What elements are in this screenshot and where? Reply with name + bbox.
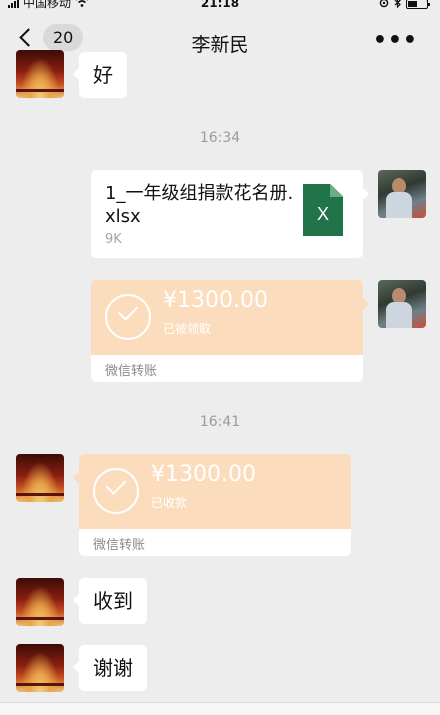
more-dots-icon: •••	[372, 28, 418, 53]
checkmark-circle-icon	[93, 468, 139, 514]
status-time: 21:18	[200, 0, 240, 10]
time-divider: 16:34	[199, 130, 241, 146]
file-size: 9K	[105, 232, 122, 247]
my-avatar[interactable]	[378, 170, 426, 218]
transfer-card-sent[interactable]: ¥1300.00 已被领取 微信转账	[91, 280, 363, 382]
file-fold-icon	[330, 184, 343, 197]
transfer-status: 已被领取	[163, 322, 212, 336]
input-bar-edge	[0, 702, 440, 715]
transfer-amount: ¥1300.00	[151, 462, 256, 487]
time-divider: 16:41	[199, 414, 241, 430]
contact-avatar[interactable]	[16, 578, 64, 626]
nav-bar: 20 李新民 •••	[0, 14, 440, 66]
transfer-amount: ¥1300.00	[163, 288, 268, 313]
message-bubble-incoming[interactable]: 好	[73, 52, 127, 98]
excel-letter: X	[316, 204, 329, 224]
transfer-footer: 微信转账	[91, 355, 363, 382]
my-avatar[interactable]	[378, 280, 426, 328]
bubble-tail	[73, 472, 79, 484]
transfer-footer: 微信转账	[79, 529, 351, 556]
contact-avatar[interactable]	[16, 454, 64, 502]
contact-avatar[interactable]	[16, 50, 64, 98]
message-bubble-incoming[interactable]: 谢谢	[73, 645, 147, 691]
transfer-card-received[interactable]: ¥1300.00 已收款 微信转账	[79, 454, 351, 556]
status-right	[379, 0, 430, 10]
battery-icon	[406, 0, 430, 9]
transfer-footer-label: 微信转账	[105, 364, 158, 379]
file-name: 1_一年级组捐款花名册.xlsx	[105, 183, 294, 227]
message-text: 谢谢	[93, 656, 133, 680]
status-bar: 中国移动 21:18	[0, 0, 440, 14]
transfer-body: ¥1300.00 已被领取	[91, 280, 363, 355]
transfer-status: 已收款	[151, 496, 188, 510]
message-bubble-incoming[interactable]: 收到	[73, 578, 147, 624]
excel-file-icon: X	[303, 184, 343, 236]
transfer-body: ¥1300.00 已收款	[79, 454, 351, 529]
transfer-footer-label: 微信转账	[93, 538, 146, 553]
location-icon	[379, 0, 389, 10]
contact-avatar[interactable]	[16, 644, 64, 692]
more-button[interactable]: •••	[373, 28, 418, 53]
file-message-card[interactable]: 1_一年级组捐款花名册.xlsx 9K X	[91, 170, 369, 258]
message-text: 好	[93, 63, 113, 87]
bluetooth-icon	[394, 0, 401, 10]
checkmark-circle-icon	[105, 294, 151, 340]
message-text: 收到	[93, 589, 133, 613]
